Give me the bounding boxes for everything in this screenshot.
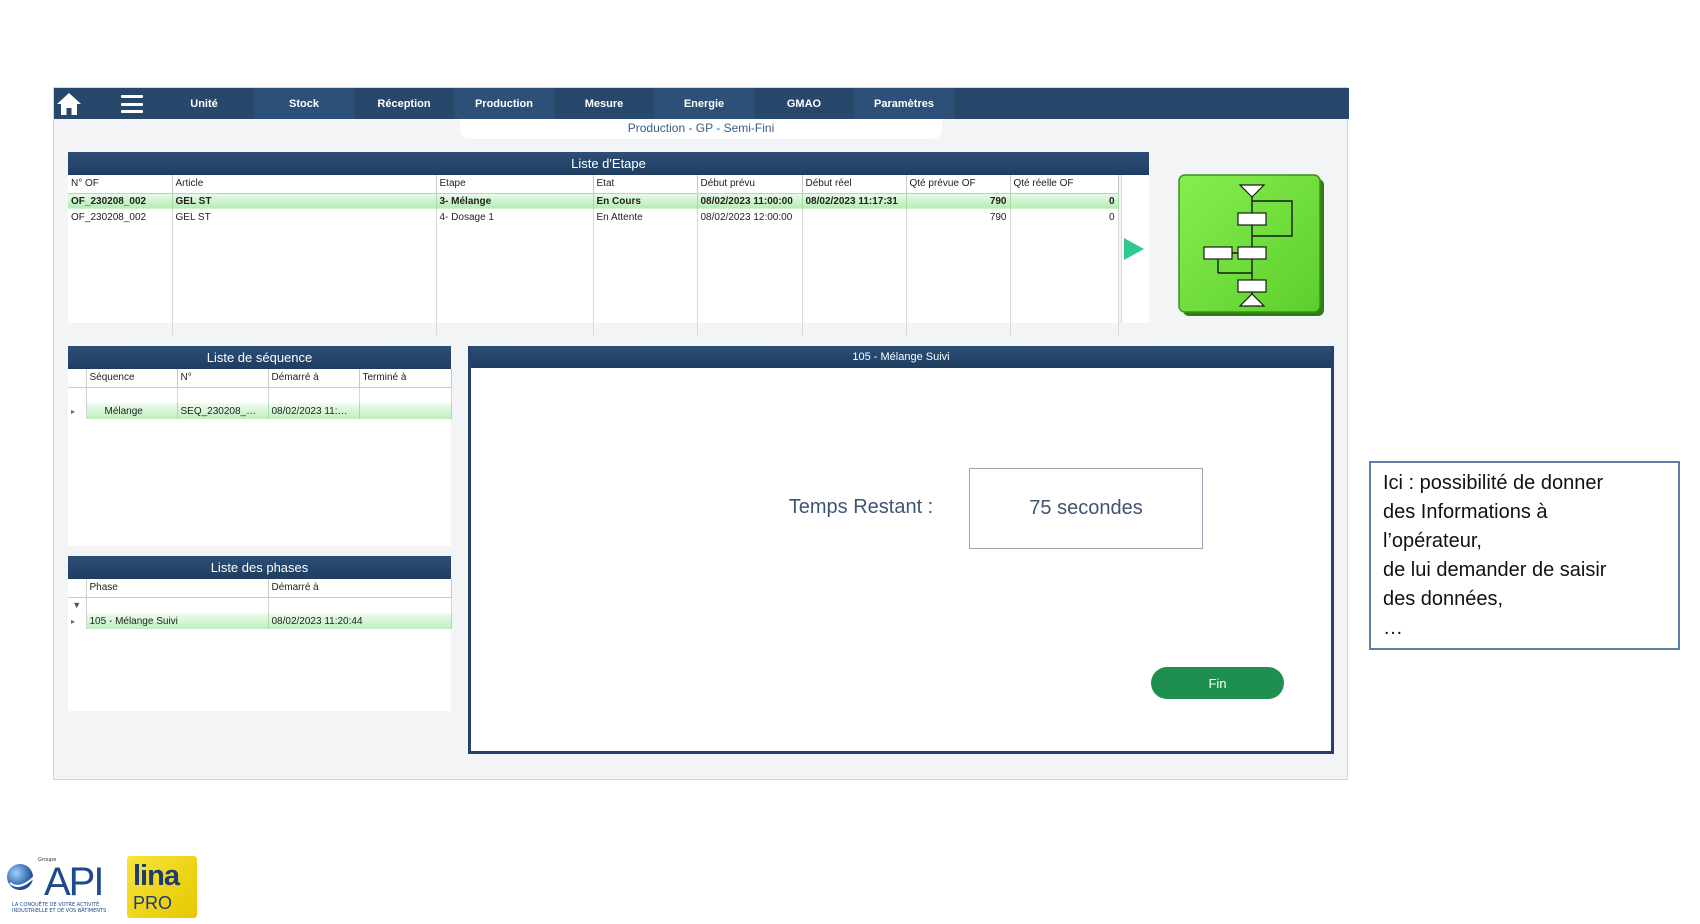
col-numero[interactable]: N° <box>177 369 269 388</box>
col-demarre[interactable]: Démarré à <box>268 369 360 388</box>
top-nav-bar: Unité Stock Réception Production Mesure … <box>54 88 1349 119</box>
phases-header: Liste des phases <box>68 556 451 579</box>
etape-table-area: N° OF Article Etape Etat Début prévu Déb… <box>68 175 1119 335</box>
etape-header-row: N° OF Article Etape Etat Début prévu Déb… <box>68 175 1119 194</box>
callout-line: Ici : possibilité de donner <box>1383 472 1604 494</box>
api-text: API <box>44 860 102 904</box>
col-sequence[interactable]: Séquence <box>86 369 178 388</box>
flowchart-icon[interactable] <box>1177 173 1326 318</box>
expand-icon[interactable]: ▸ <box>68 403 87 419</box>
phases-header-row: Phase Démarré à <box>68 579 452 598</box>
cell-text: Mélange <box>104 405 143 417</box>
col-termine[interactable]: Terminé à <box>359 369 452 388</box>
info-callout: Ici : possibilité de donner des Informat… <box>1369 461 1680 650</box>
lina-pro-logo: lina PRO <box>127 856 197 918</box>
col-phase[interactable]: Phase <box>86 579 269 598</box>
callout-line: des données, <box>1383 588 1504 610</box>
table-row[interactable]: ▸ Mélange SEQ_230208_… 08/02/2023 11:… <box>68 403 452 419</box>
api-tagline-1: LA CONQUÊTE DE VOTRE ACTIVITÉ <box>12 900 99 908</box>
api-tagline-2: INDUSTRIELLE ET DE VOS BÂTIMENTS <box>12 907 106 914</box>
phase-follow-panel: 105 - Mélange Suivi Temps Restant : 75 s… <box>468 346 1334 754</box>
col-etape[interactable]: Etape <box>436 175 594 194</box>
col-debut-prevu[interactable]: Début prévu <box>697 175 803 194</box>
fin-button[interactable]: Fin <box>1151 667 1284 699</box>
cell: OF_230208_002 <box>68 193 173 209</box>
cell: 4- Dosage 1 <box>436 209 594 225</box>
etape-table: N° OF Article Etape Etat Début prévu Déb… <box>68 175 1119 335</box>
cell: 08/02/2023 12:00:00 <box>697 209 803 225</box>
nav-tab-mesure[interactable]: Mesure <box>554 88 654 119</box>
callout-line: l’opérateur, <box>1383 530 1482 552</box>
cell: 08/02/2023 11:00:00 <box>697 193 803 209</box>
home-icon[interactable] <box>54 88 84 119</box>
remaining-time-value: 75 secondes <box>969 468 1203 549</box>
cell: GEL ST <box>172 193 437 209</box>
nav-tab-gmao[interactable]: GMAO <box>754 88 854 119</box>
sequence-header-row: Séquence N° Démarré à Terminé à <box>68 369 452 388</box>
nav-tab-stock[interactable]: Stock <box>254 88 354 119</box>
app-window: Unité Stock Réception Production Mesure … <box>53 87 1349 780</box>
table-row[interactable]: ▸ 105 - Mélange Suivi 08/02/2023 11:20:4… <box>68 613 452 629</box>
filter-row[interactable]: ▼ <box>68 597 452 613</box>
cell: 790 <box>906 193 1011 209</box>
cell <box>359 403 452 419</box>
col-article[interactable]: Article <box>172 175 437 194</box>
lina-pro-text: PRO <box>133 893 173 913</box>
callout-line: des Informations à <box>1383 501 1548 523</box>
cell: En Attente <box>593 209 698 225</box>
table-empty-space <box>68 225 1119 335</box>
cell: SEQ_230208_… <box>177 403 269 419</box>
col-qte-prevue[interactable]: Qté prévue OF <box>906 175 1011 194</box>
table-row[interactable]: OF_230208_002 GEL ST 3- Mélange En Cours… <box>68 193 1119 209</box>
filter-icon[interactable]: ▼ <box>68 597 87 613</box>
cell: 105 - Mélange Suivi <box>86 613 269 629</box>
cell <box>802 209 907 225</box>
expand-icon[interactable]: ▸ <box>68 613 87 629</box>
screen: Unité Stock Réception Production Mesure … <box>0 0 1700 924</box>
nav-tab-reception[interactable]: Réception <box>354 88 454 119</box>
nav-tab-unite[interactable]: Unité <box>154 88 254 119</box>
cell: 0 <box>1010 193 1119 209</box>
api-logo: Groupe API LA CONQUÊTE DE VOTRE ACTIVITÉ… <box>6 855 126 917</box>
filter-row[interactable] <box>68 387 452 403</box>
page-title: Production - GP - Semi-Fini <box>460 119 942 139</box>
nav-tabs: Unité Stock Réception Production Mesure … <box>154 88 954 119</box>
col-qte-reelle[interactable]: Qté réelle OF <box>1010 175 1119 194</box>
remaining-time-text: 75 secondes <box>1029 497 1143 519</box>
cell: 08/02/2023 11:17:31 <box>802 193 907 209</box>
menu-icon[interactable] <box>120 94 144 114</box>
cell: Mélange <box>86 403 178 419</box>
col-debut-reel[interactable]: Début réel <box>802 175 907 194</box>
phases-table-area: Phase Démarré à ▼ ▸ 105 - Mélange Suivi … <box>68 579 452 711</box>
col-demarre[interactable]: Démarré à <box>268 579 452 598</box>
cell: 08/02/2023 11:20:44 <box>268 613 452 629</box>
cell: En Cours <box>593 193 698 209</box>
cell: GEL ST <box>172 209 437 225</box>
etape-header: Liste d'Etape <box>68 152 1149 175</box>
sequence-table-area: Séquence N° Démarré à Terminé à ▸ Mélang… <box>68 369 452 546</box>
play-arrow-icon[interactable] <box>1124 238 1144 260</box>
nav-tab-parametres[interactable]: Paramètres <box>854 88 954 119</box>
remaining-time-label: Temps Restant : <box>788 496 934 518</box>
col-of[interactable]: N° OF <box>68 175 173 194</box>
callout-line: … <box>1383 617 1403 639</box>
sequence-header: Liste de séquence <box>68 346 451 369</box>
col-etat[interactable]: Etat <box>593 175 698 194</box>
table-row[interactable]: OF_230208_002 GEL ST 4- Dosage 1 En Atte… <box>68 209 1119 225</box>
nav-tab-production[interactable]: Production <box>454 88 554 119</box>
lina-text: lina <box>133 860 180 892</box>
cell: 0 <box>1010 209 1119 225</box>
callout-line: de lui demander de saisir <box>1383 559 1607 581</box>
cell: 08/02/2023 11:… <box>268 403 360 419</box>
sequence-table: Séquence N° Démarré à Terminé à ▸ Mélang… <box>68 369 452 419</box>
phases-table: Phase Démarré à ▼ ▸ 105 - Mélange Suivi … <box>68 579 452 629</box>
nav-tab-energie[interactable]: Energie <box>654 88 754 119</box>
phase-follow-header: 105 - Mélange Suivi <box>471 346 1331 368</box>
cell: OF_230208_002 <box>68 209 173 225</box>
cell: 790 <box>906 209 1011 225</box>
cell: 3- Mélange <box>436 193 594 209</box>
